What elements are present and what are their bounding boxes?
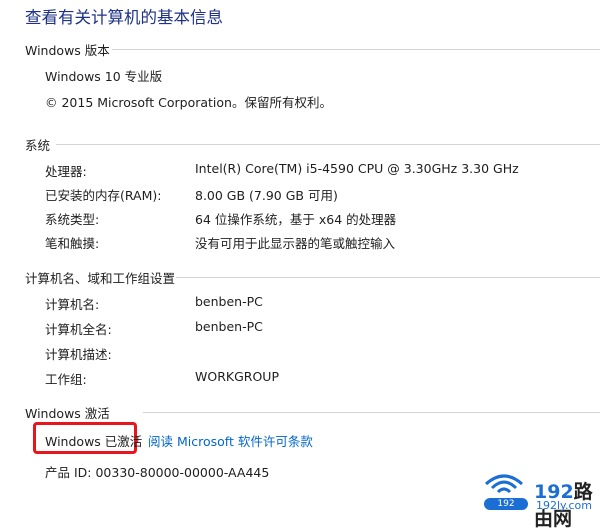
license-terms-link[interactable]: 阅读 Microsoft 软件许可条款	[148, 431, 313, 450]
section-header-system: 系统	[25, 138, 51, 153]
processor-label: 处理器:	[45, 164, 87, 179]
pen-touch-value: 没有可用于此显示器的笔或触控输入	[195, 236, 396, 251]
computer-name-value: benben-PC	[195, 294, 263, 309]
full-name-label: 计算机全名:	[45, 322, 112, 337]
workgroup-label: 工作组:	[45, 372, 87, 387]
ram-value: 8.00 GB (7.90 GB 可用)	[195, 188, 338, 203]
section-divider	[176, 277, 600, 278]
section-divider	[56, 144, 600, 145]
section-header-edition: Windows 版本	[25, 43, 110, 58]
section-header-activation: Windows 激活	[25, 406, 110, 421]
system-type-label: 系统类型:	[45, 212, 100, 227]
section-header-computer: 计算机名、域和工作组设置	[25, 271, 176, 286]
processor-value: Intel(R) Core(TM) i5-4590 CPU @ 3.30GHz …	[195, 161, 519, 176]
description-label: 计算机描述:	[45, 347, 112, 362]
full-name-value: benben-PC	[195, 319, 263, 334]
product-id: 产品 ID: 00330-80000-00000-AA445	[45, 465, 270, 480]
ram-label: 已安装的内存(RAM):	[45, 188, 162, 203]
page-title: 查看有关计算机的基本信息	[25, 8, 223, 27]
edition-name: Windows 10 专业版	[45, 69, 163, 84]
activation-status: Windows 已激活	[45, 434, 143, 449]
computer-name-label: 计算机名:	[45, 297, 100, 312]
system-type-value: 64 位操作系统，基于 x64 的处理器	[195, 212, 397, 227]
pen-touch-label: 笔和触摸:	[45, 236, 100, 251]
section-divider	[112, 49, 600, 50]
workgroup-value: WORKGROUP	[195, 369, 279, 384]
watermark-domain: 192ly.com	[536, 499, 592, 512]
watermark-pill: 192	[484, 498, 528, 510]
copyright-text: © 2015 Microsoft Corporation。保留所有权利。	[45, 95, 332, 110]
wifi-icon	[485, 474, 523, 494]
section-divider	[143, 412, 600, 413]
